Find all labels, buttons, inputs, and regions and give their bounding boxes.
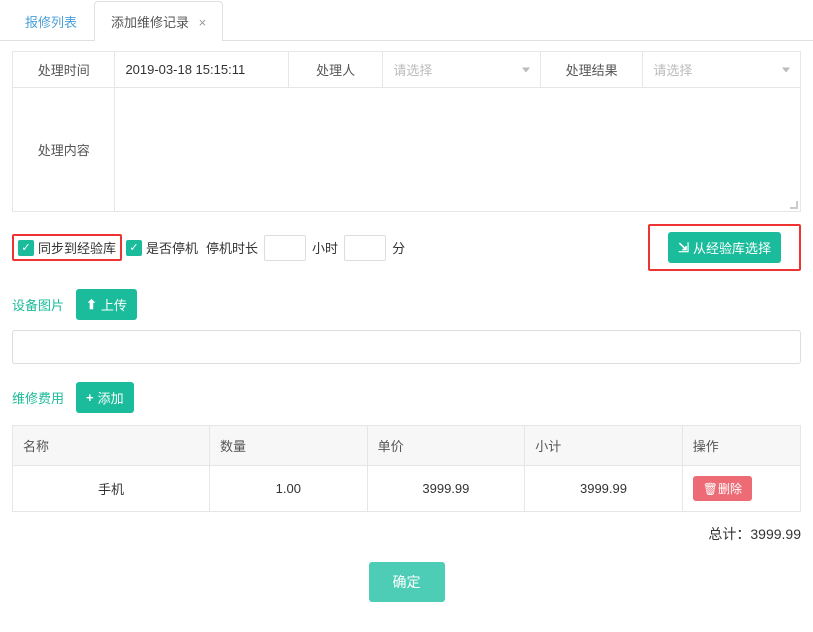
sync-label: 同步到经验库 bbox=[38, 238, 116, 257]
submit-row: 确定 bbox=[12, 562, 801, 602]
images-label: 设备图片 bbox=[12, 295, 64, 314]
add-label: 添加 bbox=[98, 388, 124, 407]
total-label: 总计： bbox=[708, 526, 750, 542]
col-price: 单价 bbox=[367, 426, 525, 466]
images-input[interactable] bbox=[12, 330, 801, 364]
upload-label: 上传 bbox=[101, 295, 127, 314]
highlight-sync: ✓ 同步到经验库 bbox=[12, 234, 122, 261]
tab-repair-list[interactable]: 报修列表 bbox=[8, 1, 94, 41]
content-textarea[interactable] bbox=[115, 88, 800, 208]
result-placeholder: 请选择 bbox=[653, 63, 692, 78]
handler-placeholder: 请选择 bbox=[393, 63, 432, 78]
delete-label: 删除 bbox=[718, 480, 742, 497]
downtime-label: 是否停机 bbox=[146, 238, 198, 257]
plus-icon: + bbox=[86, 390, 94, 405]
hour-label: 小时 bbox=[312, 238, 338, 257]
minutes-input[interactable] bbox=[344, 235, 386, 261]
tab-bar: 报修列表 添加维修记录 × bbox=[0, 0, 813, 41]
cell-name: 手机 bbox=[13, 466, 210, 512]
cell-price: 3999.99 bbox=[367, 466, 525, 512]
options-row: ✓ 同步到经验库 ✓ 是否停机 停机时长 小时 分 ⇲ 从经验库选择 bbox=[12, 224, 801, 271]
chevron-down-icon bbox=[782, 67, 790, 72]
form-content: 处理时间 2019-03-18 15:15:11 处理人 请选择 处理结果 请选… bbox=[0, 41, 813, 632]
handler-label: 处理人 bbox=[288, 52, 383, 88]
form-table: 处理时间 2019-03-18 15:15:11 处理人 请选择 处理结果 请选… bbox=[12, 51, 801, 212]
downtime-checkbox[interactable]: ✓ bbox=[126, 240, 142, 256]
total-value: 3999.99 bbox=[750, 526, 801, 542]
sync-checkbox[interactable]: ✓ bbox=[18, 240, 34, 256]
hours-input[interactable] bbox=[264, 235, 306, 261]
cell-qty: 1.00 bbox=[210, 466, 368, 512]
time-value[interactable]: 2019-03-18 15:15:11 bbox=[115, 52, 288, 88]
cost-section: 维修费用 + 添加 bbox=[12, 382, 801, 413]
downtime-text: 停机时长 bbox=[206, 238, 258, 257]
time-label: 处理时间 bbox=[13, 52, 115, 88]
confirm-button[interactable]: 确定 bbox=[369, 562, 445, 602]
from-experience-label: 从经验库选择 bbox=[693, 238, 771, 257]
check-icon: ✓ bbox=[21, 241, 30, 254]
import-icon: ⇲ bbox=[678, 240, 689, 256]
cost-label: 维修费用 bbox=[12, 388, 64, 407]
add-cost-button[interactable]: + 添加 bbox=[76, 382, 134, 413]
col-name: 名称 bbox=[13, 426, 210, 466]
upload-button[interactable]: ⬆ 上传 bbox=[76, 289, 137, 320]
highlight-experience: ⇲ 从经验库选择 bbox=[648, 224, 801, 271]
col-action: 操作 bbox=[682, 426, 800, 466]
minute-label: 分 bbox=[392, 238, 405, 257]
cost-table: 名称 数量 单价 小计 操作 手机 1.00 3999.99 3999.99 🗑… bbox=[12, 425, 801, 512]
trash-icon: 🗑 bbox=[703, 482, 718, 496]
total-row: 总计：3999.99 bbox=[12, 524, 801, 544]
handler-select[interactable]: 请选择 bbox=[383, 52, 541, 88]
col-qty: 数量 bbox=[210, 426, 368, 466]
content-label: 处理内容 bbox=[13, 88, 115, 212]
images-section: 设备图片 ⬆ 上传 bbox=[12, 289, 801, 320]
resize-handle-icon[interactable] bbox=[788, 199, 798, 209]
close-icon[interactable]: × bbox=[199, 15, 207, 30]
result-select[interactable]: 请选择 bbox=[643, 52, 801, 88]
check-icon: ✓ bbox=[129, 241, 138, 254]
col-subtotal: 小计 bbox=[525, 426, 683, 466]
delete-button[interactable]: 🗑删除 bbox=[693, 476, 752, 501]
cell-subtotal: 3999.99 bbox=[525, 466, 683, 512]
chevron-down-icon bbox=[522, 67, 530, 72]
tab-label: 添加维修记录 bbox=[111, 15, 189, 30]
result-label: 处理结果 bbox=[540, 52, 642, 88]
from-experience-button[interactable]: ⇲ 从经验库选择 bbox=[668, 232, 781, 263]
tab-add-record[interactable]: 添加维修记录 × bbox=[94, 1, 223, 41]
table-row: 手机 1.00 3999.99 3999.99 🗑删除 bbox=[13, 466, 801, 512]
cell-action: 🗑删除 bbox=[682, 466, 800, 512]
upload-icon: ⬆ bbox=[86, 297, 97, 313]
cost-table-header: 名称 数量 单价 小计 操作 bbox=[13, 426, 801, 466]
